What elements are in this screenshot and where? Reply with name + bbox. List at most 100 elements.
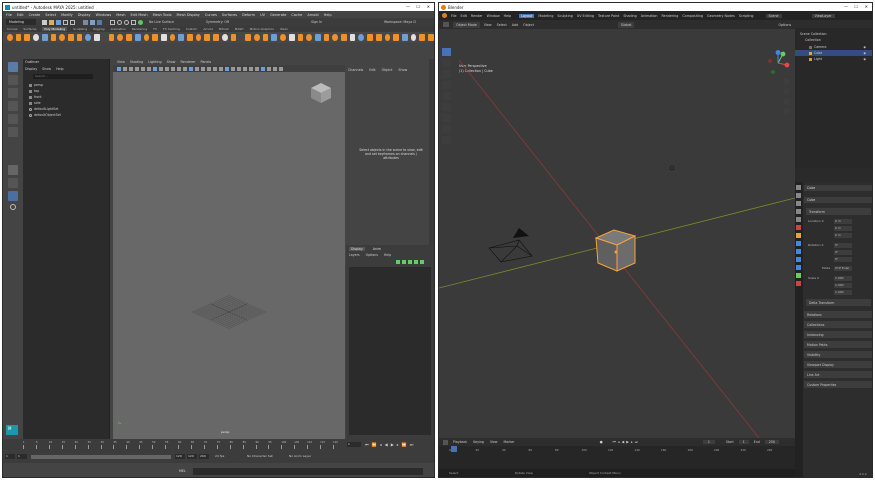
outliner-menu-help[interactable]: Help xyxy=(56,67,64,71)
timeline-menu-keying[interactable]: Keying xyxy=(473,440,484,444)
material-tab-icon[interactable] xyxy=(796,281,801,286)
scale-tool-icon[interactable] xyxy=(8,127,18,137)
sign-in-button[interactable]: Sign In xyxy=(311,20,322,24)
workspace-dropdown[interactable]: Workspace: Maya Cl xyxy=(384,20,416,24)
record-icon[interactable]: ● xyxy=(600,440,603,444)
data-tab-icon[interactable] xyxy=(796,273,801,278)
play-backward-icon[interactable]: ◀ xyxy=(385,442,388,447)
paint-select-tool-icon[interactable] xyxy=(8,88,18,98)
depth-of-field-icon[interactable] xyxy=(237,66,241,71)
measure-tool-icon[interactable] xyxy=(442,125,451,133)
shelf-tab-rendering[interactable]: Rendering xyxy=(132,27,147,31)
select-by-component-icon[interactable] xyxy=(97,19,102,25)
delta-transform-header[interactable]: Delta Transform xyxy=(806,299,871,306)
field-chart-icon[interactable] xyxy=(165,66,169,71)
viewport-menu-lighting[interactable]: Lighting xyxy=(148,60,161,64)
mirror-shelf-icon[interactable] xyxy=(230,34,237,41)
constraints-tab-icon[interactable] xyxy=(796,265,801,270)
select-by-object-icon[interactable] xyxy=(90,19,95,25)
gamma-icon[interactable] xyxy=(273,66,277,71)
safe-action-icon[interactable] xyxy=(171,66,175,71)
viewport-menu-panels[interactable]: Panels xyxy=(201,60,212,64)
viewport-menu-show[interactable]: Show xyxy=(167,60,176,64)
maya-help-badge[interactable]: M xyxy=(6,425,18,435)
blender-timeline[interactable]: Playback Keying View Marker ● ⏮ ◂ ◀ ▶ ▸ ⏭ 1… xyxy=(439,438,795,469)
outliner-row-light[interactable]: Light ◉ xyxy=(795,56,872,62)
redo-icon[interactable] xyxy=(70,19,75,25)
cut-shelf-icon[interactable] xyxy=(341,34,347,41)
current-frame-field[interactable]: 1 xyxy=(702,440,715,444)
camera-icon[interactable] xyxy=(117,66,121,71)
close-icon[interactable]: ✕ xyxy=(865,5,868,9)
four-view-layout-icon[interactable] xyxy=(8,178,18,188)
disc-shelf-icon[interactable] xyxy=(59,34,65,41)
workspace-tab-sculpting[interactable]: Sculpting xyxy=(557,14,572,18)
single-perspective-layout-icon[interactable] xyxy=(8,165,18,175)
anti-alias-icon[interactable] xyxy=(231,66,235,71)
end-field[interactable]: 250 xyxy=(764,440,779,444)
open-scene-icon[interactable] xyxy=(49,19,54,25)
menu-mesh-tools[interactable]: Mesh Tools xyxy=(153,13,172,17)
menu-generate[interactable]: Generate xyxy=(270,13,286,17)
symmetry-shelf-icon[interactable] xyxy=(349,34,356,41)
save-scene-icon[interactable] xyxy=(56,19,61,25)
location-x[interactable]: 0 m xyxy=(834,219,852,224)
current-frame-field[interactable]: 1 xyxy=(347,442,361,447)
menu-select[interactable]: Select xyxy=(45,13,56,17)
workspace-tab-compositing[interactable]: Compositing xyxy=(682,14,703,18)
cone-shelf-icon[interactable] xyxy=(33,34,39,41)
menu-help[interactable]: Help xyxy=(504,14,512,18)
svg-shelf-icon[interactable] xyxy=(134,34,141,41)
sew-shelf-icon[interactable] xyxy=(332,34,339,41)
undo-icon[interactable] xyxy=(63,19,68,25)
helix-shelf-icon[interactable] xyxy=(108,34,115,41)
section-instancing[interactable]: Instancing xyxy=(804,331,872,338)
harden-shelf-icon[interactable] xyxy=(375,34,382,41)
workspace-tab-layout[interactable]: Layout xyxy=(519,13,535,18)
pipe-shelf-icon[interactable] xyxy=(94,34,100,41)
workspace-tab-geometry-nodes[interactable]: Geometry Nodes xyxy=(707,14,735,18)
jump-start-icon[interactable]: ⏮ xyxy=(613,440,616,444)
outliner-item[interactable]: defaultObjectSet xyxy=(29,112,61,118)
menu-file[interactable]: File xyxy=(6,13,12,17)
menu-edit[interactable]: Edit xyxy=(461,14,467,18)
quadrangulate-shelf-icon[interactable] xyxy=(393,34,399,41)
exposure-icon[interactable] xyxy=(267,66,271,71)
section-viewport-display[interactable]: Viewport Display xyxy=(804,361,872,368)
physics-tab-icon[interactable] xyxy=(796,257,801,262)
workspace-tab-uv-editing[interactable]: UV Editing xyxy=(577,14,594,18)
navigation-gizmo[interactable] xyxy=(765,50,791,76)
layer-menu-layers[interactable]: Layers xyxy=(349,253,360,257)
xray-icon[interactable] xyxy=(249,66,253,71)
pan-icon[interactable] xyxy=(783,88,790,95)
append-shelf-icon[interactable] xyxy=(178,34,185,41)
object-name-field[interactable]: Cube xyxy=(804,185,872,191)
channel-menu-channels[interactable]: Channels xyxy=(348,68,363,72)
menu-help[interactable]: Help xyxy=(324,13,332,17)
shelf-tab-fx-caching[interactable]: FX Caching xyxy=(163,27,180,31)
menu-edit[interactable]: Edit xyxy=(17,13,24,17)
smooth-shelf-icon[interactable] xyxy=(213,34,219,41)
viewport-menu-view[interactable]: View xyxy=(117,60,125,64)
bookmark-icon[interactable] xyxy=(129,66,133,71)
range-start-inner-field[interactable]: 1 xyxy=(17,454,27,459)
bake-shelf-icon[interactable] xyxy=(419,34,426,41)
more-shelf-icon[interactable] xyxy=(428,34,434,41)
go-to-start-icon[interactable]: ⏮ xyxy=(365,442,369,447)
shelf-tab-fx[interactable]: FX xyxy=(153,27,157,31)
section-custom-properties[interactable]: Custom Properties xyxy=(804,381,872,388)
range-bar[interactable] xyxy=(31,455,171,459)
layer-menu-options[interactable]: Options xyxy=(366,253,378,257)
render-tab-icon[interactable] xyxy=(796,193,801,198)
viewport-menu-add[interactable]: Add xyxy=(512,23,518,27)
soften-shelf-icon[interactable] xyxy=(367,34,373,41)
pyramid-shelf-icon[interactable] xyxy=(76,34,83,41)
transform-tool-icon[interactable] xyxy=(442,103,451,111)
prism-shelf-icon[interactable] xyxy=(85,34,92,41)
scene-selector[interactable]: Scene xyxy=(765,13,782,18)
shelf-tab-xgen[interactable]: XGen xyxy=(280,27,288,31)
character-set-dropdown[interactable]: No Character Set xyxy=(247,455,273,458)
editor-type-icon[interactable] xyxy=(443,22,449,27)
safe-title-icon[interactable] xyxy=(177,66,181,71)
scale-x[interactable]: 1.000 xyxy=(834,276,852,281)
